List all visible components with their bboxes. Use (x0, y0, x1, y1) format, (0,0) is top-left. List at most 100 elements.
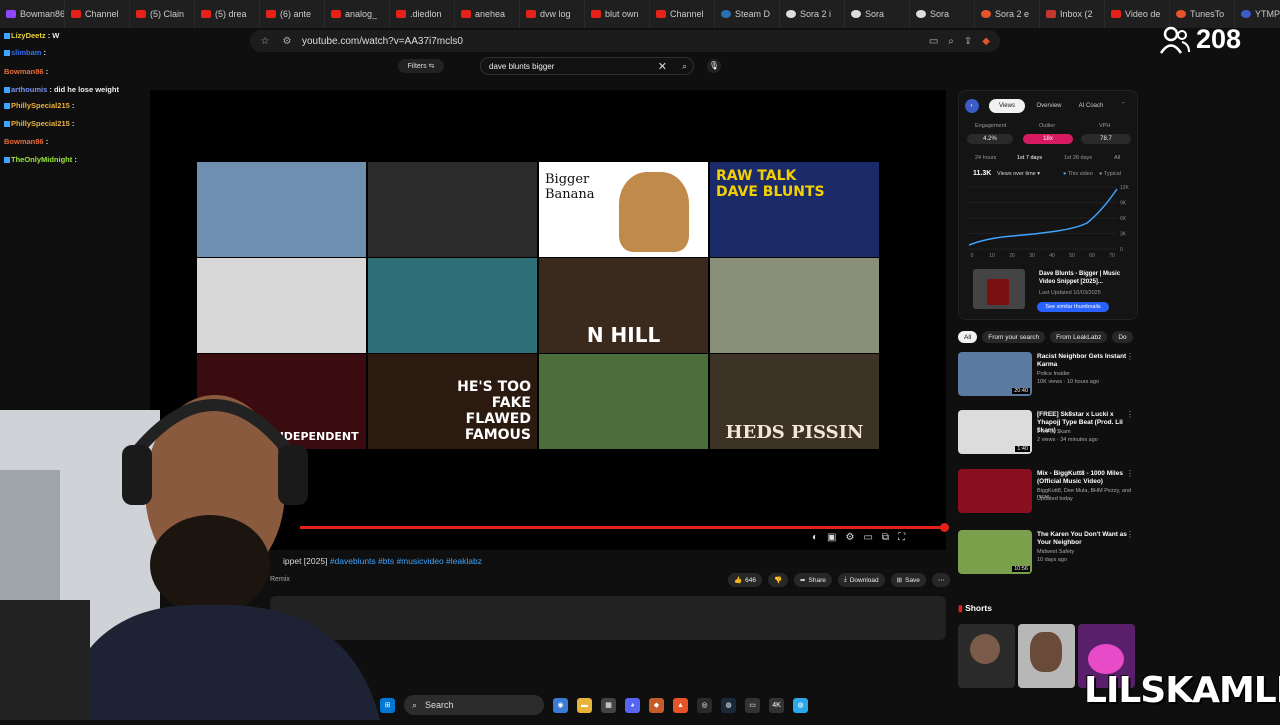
related-video-item[interactable]: Mix - BiggKutt8 - 1000 Miles (Official M… (958, 469, 1136, 521)
related-video-title[interactable]: Racist Neighbor Gets Instant Karma (1037, 353, 1127, 369)
chat-username[interactable]: PhillySpecial215 (11, 101, 70, 110)
voice-search-icon[interactable]: 🎙 (707, 59, 721, 73)
scrubber-handle[interactable] (940, 523, 949, 532)
share-button[interactable]: ➦ Share (794, 573, 832, 587)
browser-tab[interactable]: dvw log (520, 0, 585, 28)
related-video-title[interactable]: The Karen You Don't Want as Your Neighbo… (1037, 531, 1127, 547)
browser-tab[interactable]: Inbox (2 (1040, 0, 1105, 28)
chat-username[interactable]: Bowman86 (4, 67, 44, 76)
short-thumb[interactable] (958, 624, 1015, 688)
fullscreen-icon[interactable]: ⛶ (898, 532, 905, 546)
related-video-item[interactable]: 20:40 Racist Neighbor Gets Instant Karma P… (958, 352, 1136, 404)
browser-tab[interactable]: blut own (585, 0, 650, 28)
app-icon[interactable]: ▭ (745, 697, 760, 713)
filter-chip[interactable]: From your search (982, 331, 1046, 343)
filter-chip[interactable]: Do (1112, 331, 1133, 343)
related-video-thumbnail[interactable]: 20:40 (958, 352, 1032, 396)
obs-icon[interactable]: ◎ (697, 697, 712, 713)
related-video-item[interactable]: 10:56 The Karen You Don't Want as Your Ne… (958, 530, 1136, 582)
range-all[interactable]: All (1114, 155, 1120, 161)
download-button[interactable]: ⤓ Download (837, 573, 885, 587)
more-actions-button[interactable]: ⋯ (931, 573, 951, 587)
related-video-channel[interactable]: Prod Lil $kam (1037, 429, 1071, 435)
share-icon[interactable]: ⇪ (964, 36, 972, 47)
similar-thumbnails-button[interactable]: See similar thumbnails (1037, 302, 1109, 312)
browser-tab[interactable]: Sora 2 e (975, 0, 1040, 28)
browser-tab[interactable]: (6) ante (260, 0, 325, 28)
filter-chip[interactable]: From LeakLabz (1050, 331, 1108, 343)
chat-username[interactable]: Bowman86 (4, 137, 44, 146)
short-thumb[interactable] (1018, 624, 1075, 688)
browser-tab[interactable]: (5) drea (195, 0, 260, 28)
range-28d[interactable]: 1st 28 days (1064, 155, 1092, 161)
discord-icon[interactable]: ◕ (625, 697, 640, 713)
miniplayer-icon[interactable]: ⧉ (882, 532, 889, 546)
captions-icon[interactable]: ▣ (827, 532, 836, 546)
chat-username[interactable]: TheOnlyMidnight (11, 155, 72, 164)
channel-brand: LILSKAMLIVE (1084, 670, 1280, 711)
youtube-search-input[interactable]: dave blunts bigger ✕ ⌕ (480, 57, 694, 75)
windows-start-icon[interactable]: ⊞ (380, 697, 395, 713)
related-video-title[interactable]: Mix - BiggKutt8 - 1000 Miles (Official M… (1037, 470, 1127, 486)
chat-username[interactable]: PhillySpecial215 (11, 119, 70, 128)
app-icon[interactable]: ◆ (649, 697, 664, 713)
save-button[interactable]: ⊞ Save (890, 573, 926, 587)
browser-tab[interactable]: .diedlon (390, 0, 455, 28)
ytmp-icon (1241, 10, 1251, 18)
related-video-thumbnail[interactable] (958, 469, 1032, 513)
filters-button[interactable]: Filters ⇆ (398, 59, 444, 73)
4k-downloader-icon[interactable]: 4K (769, 697, 784, 713)
filter-chip[interactable]: All (958, 331, 978, 343)
more-options-icon[interactable]: ⋮ (1126, 410, 1134, 419)
settings-icon[interactable]: ⚙ (846, 532, 855, 546)
related-video-thumbnail[interactable]: 1:40 (958, 410, 1032, 454)
browser-tab[interactable]: analog_ (325, 0, 390, 28)
ext-tab-overview[interactable]: Overview (1031, 99, 1067, 113)
chat-username[interactable]: LizyDeetz (11, 31, 46, 40)
taskbar-search[interactable]: ⌕ Search (404, 695, 544, 715)
brave-shield-icon[interactable]: ◆ (982, 36, 990, 47)
search-icon[interactable]: ⌕ (682, 61, 687, 72)
range-7d[interactable]: 1st 7 days (1017, 155, 1042, 161)
zoom-icon[interactable]: ⌕ (948, 36, 954, 47)
address-bar[interactable]: ☆ ⚙ youtube.com/watch?v=AA37i7mcls0 ▭ ⌕ … (250, 30, 1000, 52)
ext-tab-ai-coach[interactable]: AI Coach (1073, 99, 1109, 113)
cast-icon[interactable]: ▭ (929, 36, 938, 47)
browser-tab[interactable]: Steam D (715, 0, 780, 28)
copilot-icon[interactable]: ◉ (553, 697, 568, 713)
theater-mode-icon[interactable]: ▭ (863, 532, 872, 546)
more-options-icon[interactable]: ⋮ (1126, 469, 1134, 478)
dislike-button[interactable]: 👎 (767, 573, 789, 587)
browser-tab[interactable]: Channel (650, 0, 715, 28)
browser-tab[interactable]: Sora (845, 0, 910, 28)
related-video-channel[interactable]: Midwest Safety (1037, 549, 1074, 555)
browser-tab[interactable]: Sora 2 i (780, 0, 845, 28)
store-icon[interactable]: ▦ (601, 697, 616, 713)
collapse-icon[interactable]: ⌃ (1121, 102, 1126, 108)
site-info-icon[interactable]: ⚙ (280, 36, 294, 47)
more-options-icon[interactable]: ⋮ (1126, 530, 1134, 539)
chat-username[interactable]: arthoumis (11, 85, 47, 94)
related-video-channel[interactable]: Police Insider (1037, 371, 1070, 377)
chart-y-tick: 9K (1120, 201, 1127, 207)
chat-username[interactable]: slimbam (11, 48, 41, 57)
related-video-thumbnail[interactable]: 10:56 (958, 530, 1032, 574)
more-options-icon[interactable]: ⋮ (1126, 352, 1134, 361)
browser-tab[interactable]: anehea (455, 0, 520, 28)
autoplay-toggle[interactable]: ◐ (812, 532, 818, 546)
file-explorer-icon[interactable]: ▬ (577, 697, 592, 713)
browser-tab-strip: Bowman86 :Channel(5) Clain(5) drea(6) an… (0, 0, 1280, 28)
bookmark-icon[interactable]: ☆ (258, 36, 272, 47)
clear-search-icon[interactable]: ✕ (658, 60, 667, 73)
browser-tab[interactable]: YTMP3 (1235, 0, 1280, 28)
steam-icon[interactable]: ◍ (721, 697, 736, 713)
views-mode-dropdown[interactable]: Views over time ▾ (997, 171, 1040, 177)
related-video-item[interactable]: 1:40 [FREE] Sk8star x Lucki x Yhapojj Typ… (958, 410, 1136, 462)
browser-tab[interactable]: Sora (910, 0, 975, 28)
globe-icon[interactable]: ◍ (793, 697, 808, 713)
brave-icon[interactable]: ▲ (673, 697, 688, 713)
url-text[interactable]: youtube.com/watch?v=AA37i7mcls0 (302, 36, 463, 47)
like-button[interactable]: 👍 646 (728, 573, 762, 587)
ext-tab-views[interactable]: Views (989, 99, 1025, 113)
range-24h[interactable]: 24 hours (975, 155, 996, 161)
